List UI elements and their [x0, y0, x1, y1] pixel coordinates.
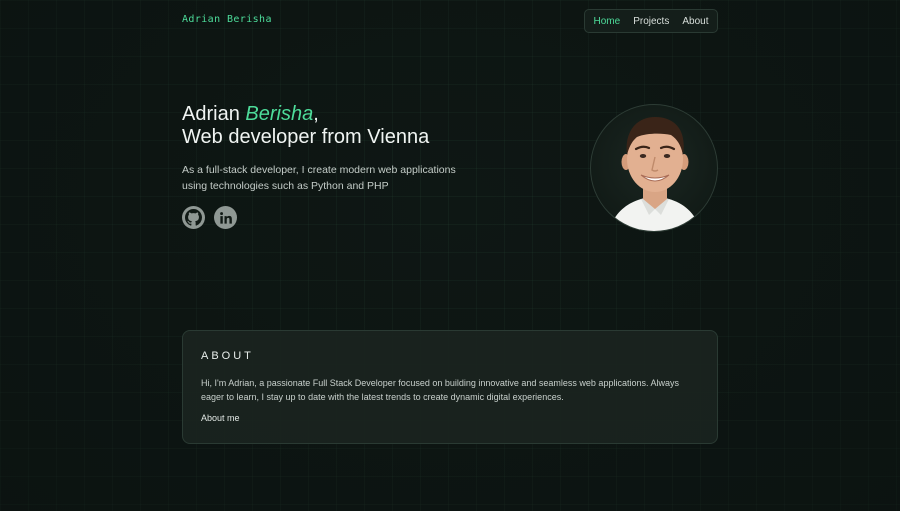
- portrait-image: [609, 117, 701, 231]
- about-me-link[interactable]: About me: [201, 413, 240, 423]
- nav-home[interactable]: Home: [594, 16, 621, 27]
- hero-subtitle: As a full-stack developer, I create mode…: [182, 164, 456, 192]
- linkedin-icon: [219, 211, 232, 224]
- social-links: [182, 206, 237, 229]
- hero-title: Adrian Berisha, Web developer from Vienn…: [182, 103, 429, 149]
- hero-comma: ,: [313, 103, 319, 125]
- hero-last-name: Berisha: [245, 103, 314, 125]
- hero-role: Web developer from Vienna: [182, 126, 430, 148]
- nav-projects[interactable]: Projects: [633, 16, 669, 27]
- main-nav: Home Projects About: [584, 9, 718, 33]
- site-logo[interactable]: Adrian Berisha: [182, 14, 272, 25]
- hero-first-name: Adrian: [182, 103, 246, 125]
- about-card: ABOUT Hi, I'm Adrian, a passionate Full …: [182, 330, 718, 444]
- nav-about[interactable]: About: [682, 16, 708, 27]
- github-icon: [185, 209, 202, 226]
- avatar: [590, 104, 718, 232]
- about-text: Hi, I'm Adrian, a passionate Full Stack …: [201, 378, 679, 402]
- github-link[interactable]: [182, 206, 205, 229]
- linkedin-link[interactable]: [214, 206, 237, 229]
- about-heading: ABOUT: [201, 350, 254, 362]
